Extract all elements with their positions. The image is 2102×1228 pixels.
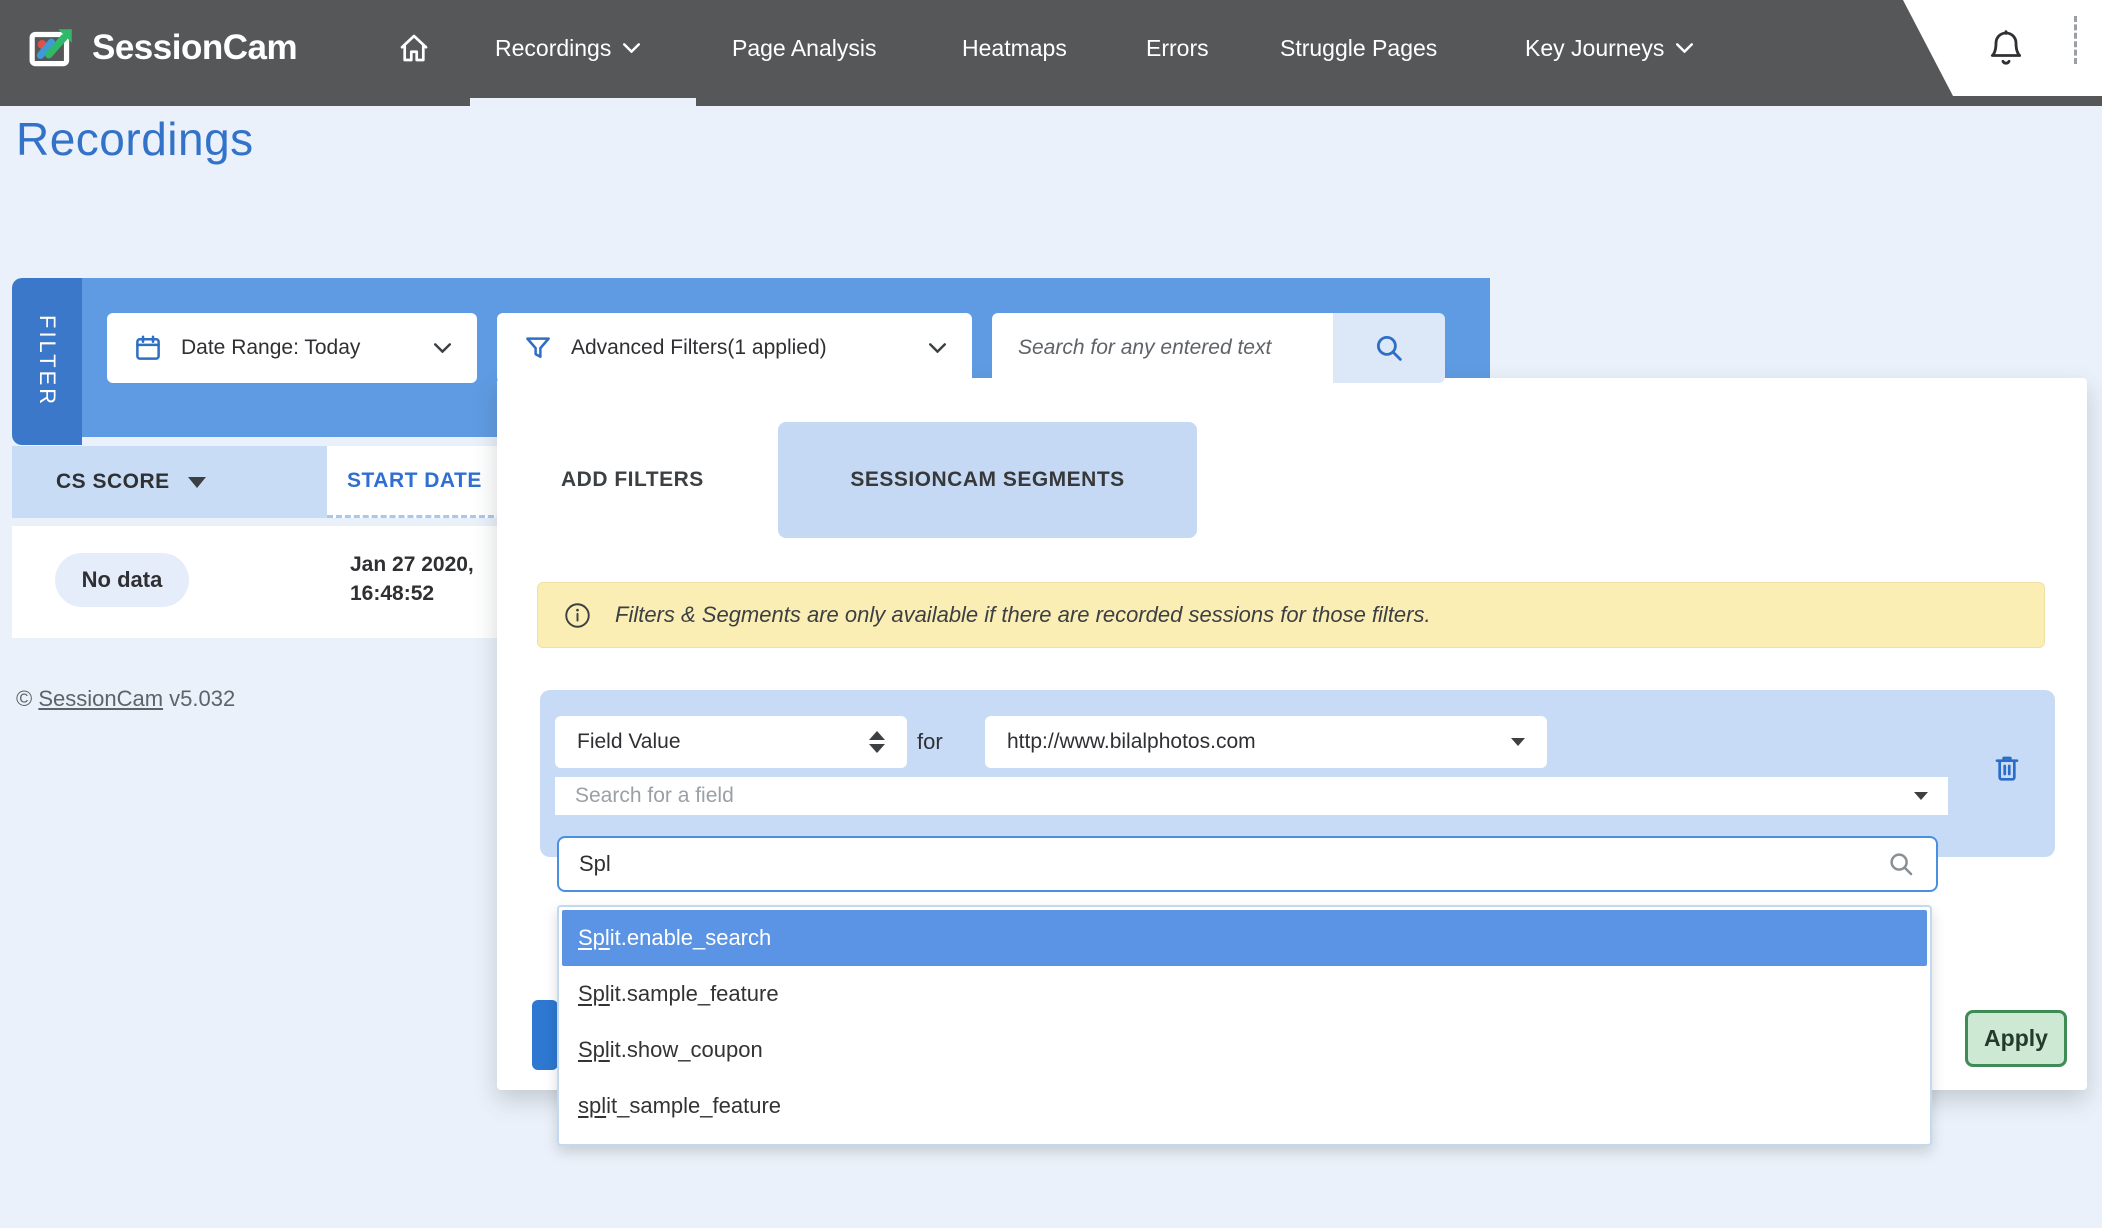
nav-item-label: Errors: [1146, 35, 1209, 62]
date-range-button[interactable]: Date Range: Today: [107, 313, 477, 383]
filter-side-tab[interactable]: FILTER: [12, 278, 82, 445]
cs-score-header-label: CS SCORE: [56, 470, 170, 494]
brand-name: SessionCam: [92, 28, 297, 68]
nav-item-label: Page Analysis: [732, 35, 876, 62]
nav-item-label: Recordings: [495, 35, 611, 62]
calendar-icon: [133, 333, 163, 363]
chevron-down-icon: [623, 43, 640, 53]
list-item-split-sample-feature-2[interactable]: split_sample_feature: [562, 1078, 1927, 1134]
nav-item-label: Key Journeys: [1525, 35, 1664, 62]
for-connector-label: for: [917, 716, 943, 768]
search-button[interactable]: [1333, 313, 1445, 383]
footer-sessioncam-link[interactable]: SessionCam: [38, 686, 163, 711]
info-icon: [564, 602, 591, 629]
recordings-page: SessionCam Recordings Page Analysis Heat…: [0, 0, 2102, 1228]
nav-item-label: Struggle Pages: [1280, 35, 1437, 62]
sort-descending-icon: [188, 477, 206, 488]
chevron-down-icon: [929, 343, 946, 353]
list-item-split-sample-feature[interactable]: Split.sample_feature: [562, 966, 1927, 1022]
field-type-select[interactable]: Field Value: [555, 716, 907, 768]
tab-add-filters[interactable]: ADD FILTERS: [537, 422, 728, 538]
field-search-placeholder: Search for a field: [575, 784, 734, 808]
field-search-input[interactable]: [579, 851, 1886, 877]
column-header-cs-score[interactable]: CS SCORE: [12, 446, 327, 518]
nav-item-key-journeys[interactable]: Key Journeys: [1525, 0, 1693, 96]
field-search-input-wrap: [557, 836, 1938, 892]
brand-logo[interactable]: SessionCam: [28, 0, 297, 96]
chevron-down-icon: [434, 343, 451, 353]
search-input[interactable]: [992, 313, 1333, 383]
start-date-header-label: START DATE: [347, 469, 482, 493]
select-spinner-icon: [869, 731, 885, 753]
site-select-value: http://www.bilalphotos.com: [1007, 730, 1256, 754]
funnel-icon: [523, 333, 553, 363]
text-search-group: [992, 313, 1445, 383]
chevron-down-icon: [1676, 43, 1693, 53]
notifications-button[interactable]: [1984, 24, 2028, 72]
info-banner-text: Filters & Segments are only available if…: [615, 602, 1431, 628]
home-nav-button[interactable]: [396, 0, 432, 96]
footer-copyright: © SessionCam v5.032: [16, 686, 235, 712]
trash-icon: [1991, 752, 2023, 784]
tab-sessioncam-segments[interactable]: SESSIONCAM SEGMENTS: [778, 422, 1197, 538]
advanced-filters-panel: ADD FILTERS SESSIONCAM SEGMENTS Filters …: [497, 378, 2087, 1090]
partially-hidden-blue-button[interactable]: [532, 1000, 558, 1070]
field-search-combobox[interactable]: Search for a field: [555, 777, 1948, 815]
filter-tab-label: FILTER: [34, 315, 60, 407]
home-icon: [396, 30, 432, 66]
dropdown-arrow-icon: [1511, 738, 1525, 746]
nav-item-heatmaps[interactable]: Heatmaps: [962, 0, 1067, 96]
search-icon: [1886, 849, 1916, 879]
list-item-split-show-coupon[interactable]: Split.show_coupon: [562, 1022, 1927, 1078]
site-select[interactable]: http://www.bilalphotos.com: [985, 716, 1547, 768]
search-icon: [1372, 331, 1406, 365]
cs-score-badge: No data: [55, 553, 189, 607]
advanced-filters-label: Advanced Filters(1 applied): [571, 336, 827, 360]
info-banner: Filters & Segments are only available if…: [537, 582, 2045, 648]
nav-item-label: Heatmaps: [962, 35, 1067, 62]
dropdown-arrow-icon: [1914, 792, 1928, 800]
nav-item-errors[interactable]: Errors: [1146, 0, 1209, 96]
field-type-value: Field Value: [577, 730, 681, 754]
page-title: Recordings: [16, 112, 254, 166]
bell-icon: [1986, 27, 2026, 69]
nav-item-recordings[interactable]: Recordings: [495, 0, 640, 96]
nav-item-struggle-pages[interactable]: Struggle Pages: [1280, 0, 1437, 96]
start-date-value: Jan 27 2020, 16:48:52: [350, 550, 474, 608]
delete-filter-button[interactable]: [1985, 746, 2029, 790]
top-navbar: SessionCam Recordings Page Analysis Heat…: [0, 0, 2102, 106]
sessioncam-logo-icon: [28, 23, 78, 73]
date-range-label: Date Range: Today: [181, 336, 360, 360]
advanced-filters-button[interactable]: Advanced Filters(1 applied): [497, 313, 972, 383]
active-nav-tab-indicator: [470, 98, 696, 106]
apply-button[interactable]: Apply: [1965, 1010, 2067, 1067]
nav-item-page-analysis[interactable]: Page Analysis: [732, 0, 876, 96]
list-item-split-enable-search[interactable]: Split.enable_search: [562, 910, 1927, 966]
field-suggestions-list: Split.enable_search Split.sample_feature…: [557, 905, 1932, 1146]
vertical-dashed-divider-icon: [2074, 16, 2077, 64]
